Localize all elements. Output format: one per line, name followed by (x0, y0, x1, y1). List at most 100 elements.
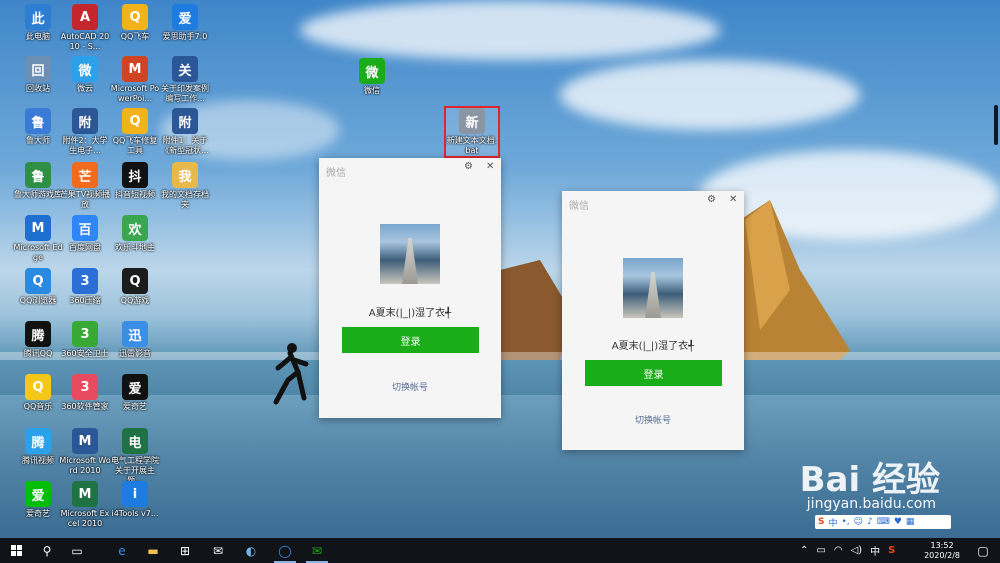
desktop-icon[interactable]: 抖抖音短视频 (109, 162, 161, 200)
desktop-icon-label: QQ浏览器 (19, 296, 57, 305)
settings-icon[interactable]: ⚙ (707, 194, 716, 205)
desktop-icon[interactable]: 爱爱思助手7.0 (159, 4, 211, 42)
xunlei-icon: 迅 (122, 321, 148, 347)
wechat-login-window[interactable]: 微信 ⚙ ✕ A夏末(|_|)湿了衣╃ 登录 切换帐号 (319, 158, 501, 418)
desktop-icon-label: 腾讯QQ (23, 349, 53, 358)
mic-icon[interactable]: ♪ (867, 517, 873, 527)
desktop-icon-label: 我的文档存档夹 (161, 190, 209, 209)
grid-icon[interactable]: ▦ (906, 517, 915, 527)
desktop-icon[interactable]: 腾腾讯视频 (12, 428, 64, 466)
sogou-icon[interactable]: S (818, 517, 824, 527)
punctuation-icon[interactable]: •, (842, 517, 850, 527)
store-icon[interactable]: ⊞ (170, 538, 200, 563)
skin-icon[interactable]: ♥ (894, 517, 902, 527)
desktop-icon-label: 腾讯视频 (22, 456, 54, 465)
wechat-icon[interactable]: ✉ (302, 538, 332, 563)
desktop-icon[interactable]: Q QQ音乐 (12, 374, 64, 412)
desktop-icon-label: i4Tools v7... (111, 509, 159, 518)
scrollbar[interactable] (994, 105, 998, 145)
desktop-icon[interactable]: 爱爱奇艺 (12, 481, 64, 519)
desktop-icon-label: 360安全卫士 (61, 349, 109, 358)
desktop-icon[interactable]: 新新建文本文档.bat (444, 106, 500, 158)
desktop-icon[interactable]: i i4Tools v7... (109, 481, 161, 519)
close-icon[interactable]: ✕ (486, 161, 494, 172)
iqiyi-icon: 爱 (25, 481, 51, 507)
desktop-icon[interactable]: 微微云 (59, 56, 111, 94)
mail-icon[interactable]: ✉ (203, 538, 233, 563)
desktop-icon[interactable]: 鲁鲁大师游戏库 (12, 162, 64, 200)
login-button[interactable]: 登录 (342, 327, 479, 353)
desktop-icon-label: 此电脑 (26, 32, 50, 41)
notification-icon[interactable]: ▢ (968, 538, 998, 563)
desktop-icon[interactable]: 鲁鲁大师 (12, 108, 64, 146)
desktop-icon-label: 关于印发案例编写工作... (161, 84, 209, 103)
battery-icon[interactable]: ▭ (816, 545, 825, 556)
desktop-icon[interactable]: 关关于印发案例编写工作... (159, 56, 211, 104)
desktop-icon[interactable]: 电电气工程学院关于开展主题... (109, 428, 161, 486)
desktop-icon[interactable]: 回回收站 (12, 56, 64, 94)
desktop-icon-label: Microsoft Excel 2010 (60, 509, 110, 528)
desktop-icon-label: QQ飞车 (120, 32, 150, 41)
desktop-icon[interactable]: M Microsoft Excel 2010 (59, 481, 111, 529)
network-icon[interactable]: ◠ (834, 545, 843, 556)
desktop-icon[interactable]: Q QQ浏览器 (12, 268, 64, 306)
clock-date: 2020/2/8 (924, 551, 960, 560)
login-button[interactable]: 登录 (585, 360, 722, 386)
desktop-icon[interactable]: 芒芒果TV视频播放 (59, 162, 111, 210)
ime-indicator-icon[interactable]: 中 (870, 543, 880, 558)
desktop-icon[interactable]: Q QQ飞车修复工具 (109, 108, 161, 156)
emoji-icon[interactable]: ☺ (854, 517, 863, 527)
ime-mode[interactable]: 中 (828, 516, 837, 529)
browser-icon[interactable]: ◐ (236, 538, 266, 563)
game-lib-icon: 鲁 (25, 162, 51, 188)
task-view-icon[interactable]: ▭ (62, 538, 92, 563)
desktop-icon[interactable]: 迅迅雷影音 (109, 321, 161, 359)
desktop-icon[interactable]: M Microsoft Edge (12, 215, 64, 263)
excel-icon: M (72, 481, 98, 507)
sogou-tray-icon[interactable]: S (888, 545, 895, 556)
windows-start-icon[interactable] (2, 538, 32, 563)
cloud (300, 0, 720, 60)
edge-icon[interactable]: e (107, 538, 137, 563)
360zip-icon: 3 (72, 268, 98, 294)
desktop-icon-label: 百度网盘 (69, 243, 101, 252)
desktop-icon[interactable]: 百百度网盘 (59, 215, 111, 253)
keyboard-icon[interactable]: ⌨ (877, 517, 890, 527)
desktop-icon[interactable]: Q QQ游戏 (109, 268, 161, 306)
ime-toolbar[interactable]: S 中 •, ☺ ♪ ⌨ ♥ ▦ (815, 515, 951, 529)
baidu-netdisk-icon: 百 (72, 215, 98, 241)
desktop-icon-label: QQ音乐 (23, 402, 53, 411)
desktop-icon[interactable]: 附附件2：大学生电子... (59, 108, 111, 156)
desktop-icon[interactable]: M Microsoft PowerPoi... (109, 56, 161, 104)
desktop-icon[interactable]: 腾腾讯QQ (12, 321, 64, 359)
file-explorer-icon[interactable]: ▬ (138, 538, 168, 563)
qq-browser-icon[interactable]: ◯ (270, 538, 300, 563)
desktop-icon[interactable]: 微微信 (346, 58, 398, 96)
desktop: 此此电脑 A AutoCAD 2010 - S... Q QQ飞车爱爱思助手7.0 回回收… (0, 0, 1000, 538)
desktop-icon-label: 爱奇艺 (26, 509, 50, 518)
qq-browser-icon: Q (25, 268, 51, 294)
switch-account-link[interactable]: 切换帐号 (562, 413, 744, 426)
chevron-up-icon[interactable]: ⌃ (800, 545, 808, 556)
volume-icon[interactable]: ◁) (851, 545, 863, 556)
search-icon[interactable]: ⚲ (32, 538, 62, 563)
desktop-icon[interactable]: 3 360安全卫士 (59, 321, 111, 359)
desktop-icon[interactable]: 3 360压缩 (59, 268, 111, 306)
desktop-icon[interactable]: Q QQ飞车 (109, 4, 161, 42)
desktop-icon[interactable]: 欢欢乐斗地主 (109, 215, 161, 253)
desktop-icon[interactable]: M Microsoft Word 2010 (59, 428, 111, 476)
close-icon[interactable]: ✕ (729, 194, 737, 205)
wechat-login-window[interactable]: 微信 ⚙ ✕ A夏末(|_|)湿了衣╃ 登录 切换帐号 (562, 191, 744, 450)
desktop-icon[interactable]: 此此电脑 (12, 4, 64, 42)
desktop-icon[interactable]: 附附件1：关于《新型冠状... (159, 108, 211, 156)
desktop-icon-label: AutoCAD 2010 - S... (60, 32, 110, 51)
desktop-icon-label: 抖音短视频 (115, 190, 155, 199)
desktop-icon[interactable]: 3 360软件管家 (59, 374, 111, 412)
desktop-icon[interactable]: 爱爱奇艺 (109, 374, 161, 412)
clock[interactable]: 13:52 2020/2/8 (924, 541, 960, 561)
desktop-icon[interactable]: A AutoCAD 2010 - S... (59, 4, 111, 52)
switch-account-link[interactable]: 切换帐号 (319, 380, 501, 393)
desktop-icon[interactable]: 我我的文档存档夹 (159, 162, 211, 210)
desktop-icon-label: 附件1：关于《新型冠状... (161, 136, 209, 155)
settings-icon[interactable]: ⚙ (464, 161, 473, 172)
